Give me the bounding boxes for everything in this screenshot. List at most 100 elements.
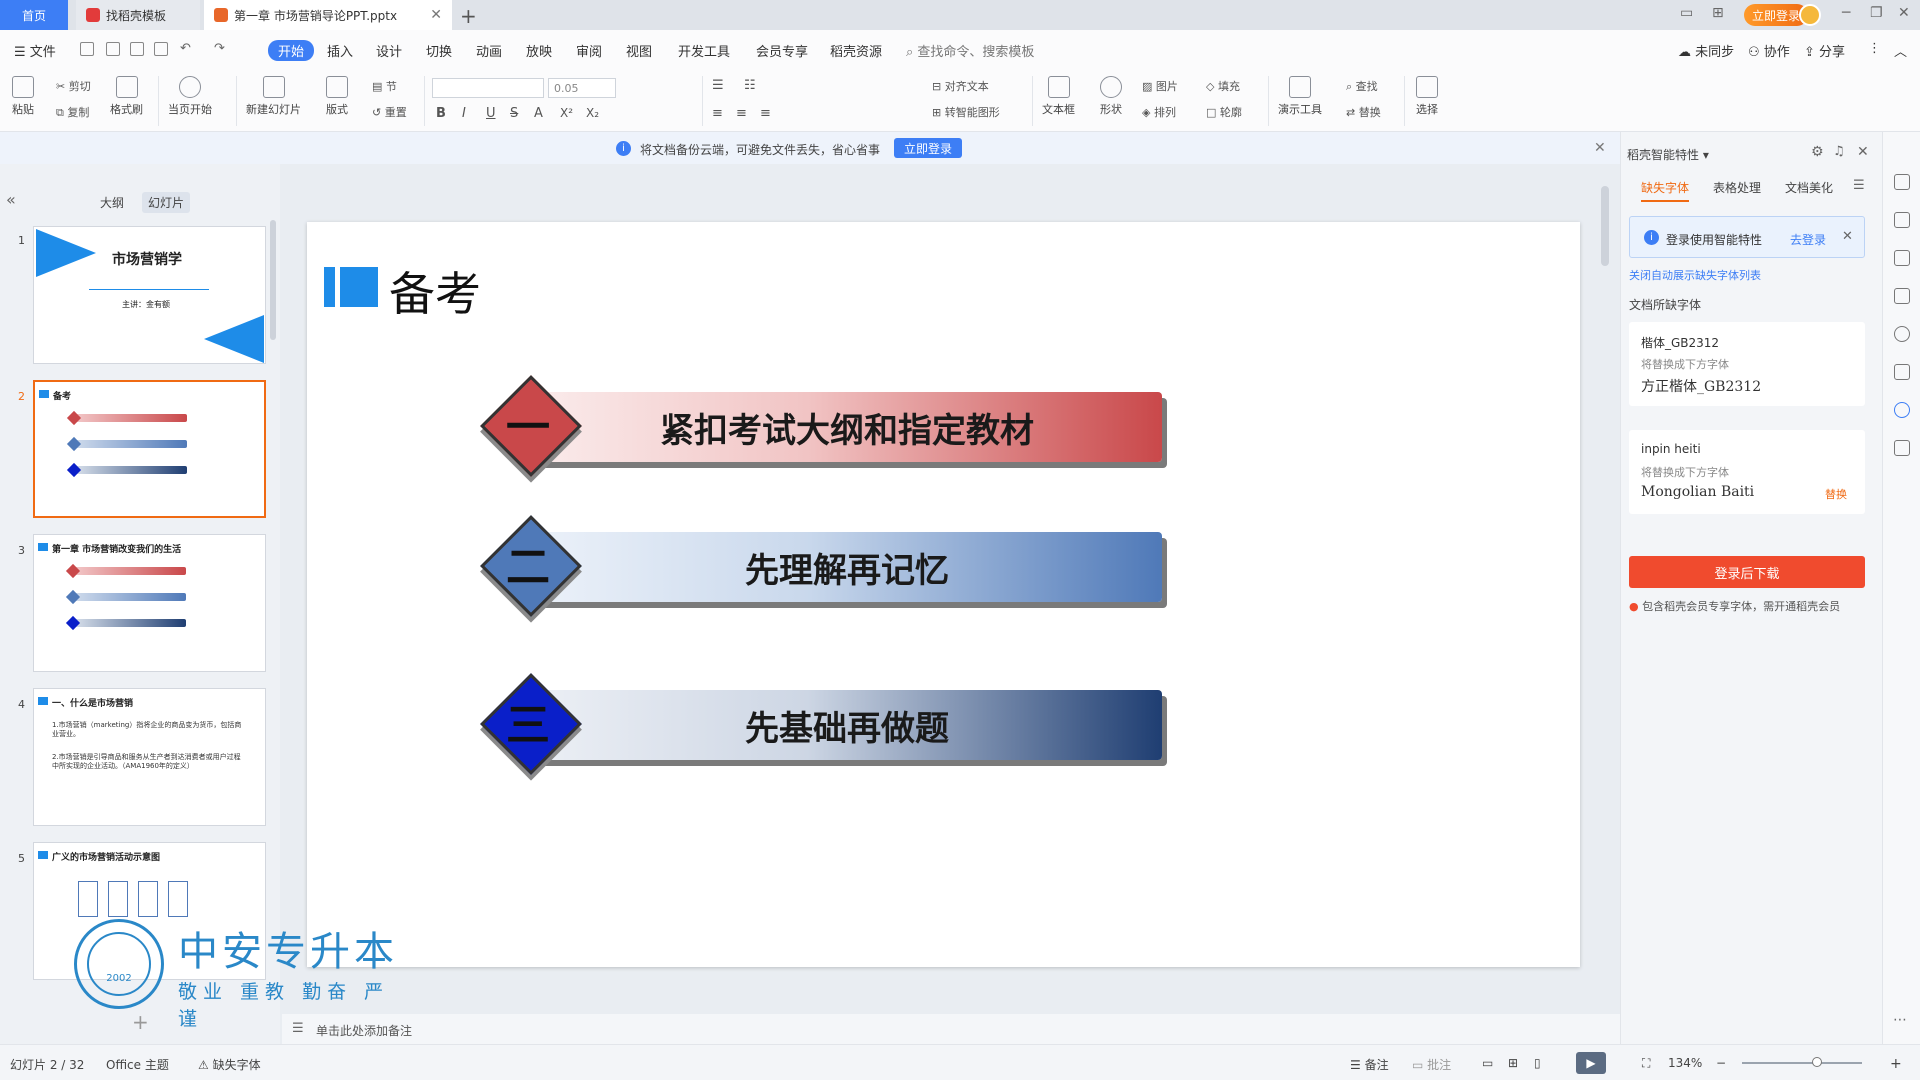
font-family-select[interactable] xyxy=(432,78,544,98)
font-card-2[interactable]: inpin heiti 将替换成下方字体 Mongolian Baiti 替换 xyxy=(1629,430,1865,514)
collaborate-button[interactable]: ⚇ 协作 xyxy=(1748,41,1790,60)
minimize-icon[interactable]: ─ xyxy=(1842,5,1850,21)
shape-button[interactable]: 形状 xyxy=(1100,76,1122,117)
go-login-link[interactable]: 去登录 xyxy=(1790,231,1826,248)
item-bar-1[interactable]: 紧扣考试大纲和指定教材 xyxy=(517,392,1162,462)
apps-grid-icon[interactable]: ⊞ xyxy=(1712,5,1724,21)
arrange-button[interactable]: ◈ 排列 xyxy=(1142,104,1176,120)
pin-icon[interactable] xyxy=(1894,250,1910,266)
slide-canvas[interactable]: 备考 紧扣考试大纲和指定教材 一 先理解再记忆 二 先基础再做题 三 xyxy=(307,222,1580,967)
subscript-icon[interactable]: X₂ xyxy=(586,106,599,120)
zoom-out-icon[interactable]: − xyxy=(1716,1056,1726,1070)
menu-review[interactable]: 审阅 xyxy=(576,41,602,60)
restore-icon[interactable]: ❐ xyxy=(1870,5,1883,21)
reset-button[interactable]: ↺ 重置 xyxy=(372,104,407,120)
zoom-slider-handle[interactable] xyxy=(1812,1057,1822,1067)
theme-name[interactable]: Office 主题 xyxy=(106,1056,169,1073)
tab-slides[interactable]: 幻灯片 xyxy=(142,192,191,213)
zoom-slider[interactable] xyxy=(1742,1062,1862,1064)
cut-button[interactable]: ✂ 剪切 xyxy=(56,78,91,94)
menu-docer[interactable]: 稻壳资源 xyxy=(830,41,882,60)
new-slide-button[interactable]: 新建幻灯片 xyxy=(246,76,301,117)
close-prompt-icon[interactable]: ✕ xyxy=(1842,229,1853,244)
tab-template[interactable]: 找稻壳模板 xyxy=(76,0,200,30)
preview-icon[interactable] xyxy=(154,42,168,56)
sorter-view-icon[interactable]: ⊞ xyxy=(1508,1056,1518,1070)
tab-document[interactable]: 第一章 市场营销导论PPT.pptx ✕ xyxy=(204,0,452,30)
menu-view[interactable]: 视图 xyxy=(626,41,652,60)
present-tools-button[interactable]: 演示工具 xyxy=(1278,76,1322,117)
login-download-button[interactable]: 登录后下载 xyxy=(1629,556,1865,588)
tab-doc-beautify[interactable]: 文档美化 xyxy=(1785,179,1833,196)
slide-title[interactable]: 备考 xyxy=(389,258,481,324)
menu-icon[interactable]: ☰ xyxy=(1853,178,1865,193)
zoom-in-icon[interactable]: + xyxy=(1890,1056,1902,1072)
close-window-icon[interactable]: ✕ xyxy=(1898,5,1910,21)
sync-status[interactable]: ☁ 未同步 xyxy=(1678,41,1734,60)
file-menu[interactable]: ☰ 文件 xyxy=(14,41,56,60)
paste-button[interactable]: 粘贴 xyxy=(12,76,34,117)
canvas-scrollbar[interactable] xyxy=(1601,186,1609,266)
image-icon[interactable] xyxy=(1894,364,1910,380)
bold-icon[interactable]: B xyxy=(436,106,446,121)
play-slideshow-button[interactable]: ▶ xyxy=(1576,1052,1606,1074)
outline-button[interactable]: □ 轮廓 xyxy=(1206,104,1242,120)
font-card-1[interactable]: 楷体_GB2312 将替换成下方字体 方正楷体_GB2312 xyxy=(1629,322,1865,406)
text-box-button[interactable]: 文本框 xyxy=(1042,76,1075,117)
menu-member[interactable]: 会员专享 xyxy=(756,41,808,60)
item-bar-3[interactable]: 先基础再做题 xyxy=(517,690,1162,760)
copy-icon[interactable] xyxy=(1894,288,1910,304)
reading-view-icon[interactable]: ▯ xyxy=(1534,1056,1541,1070)
tab-home[interactable]: 首页 xyxy=(0,0,68,30)
help-icon[interactable] xyxy=(1894,326,1910,342)
layout-button[interactable]: 版式 xyxy=(326,76,348,117)
notes-toggle[interactable]: ☰ 备注 xyxy=(1350,1056,1389,1073)
play-current-button[interactable]: 当页开始 xyxy=(168,76,212,117)
toggle-autoshow-link[interactable]: 关闭自动展示缺失字体列表 xyxy=(1629,267,1761,283)
menu-slideshow[interactable]: 放映 xyxy=(526,41,552,60)
more-icon[interactable]: ⋯ xyxy=(1893,1012,1907,1028)
close-tab-icon[interactable]: ✕ xyxy=(430,7,442,23)
replace-font-button[interactable]: 替换 xyxy=(1825,486,1847,502)
picture-button[interactable]: ▨ 图片 xyxy=(1142,78,1178,94)
panel-scrollbar[interactable] xyxy=(270,220,276,340)
align-right-icon[interactable]: ≡ xyxy=(760,106,771,121)
export-icon[interactable] xyxy=(106,42,120,56)
font-color-icon[interactable]: A xyxy=(534,106,543,121)
select-button[interactable]: 选择 xyxy=(1416,76,1438,117)
menu-devtools[interactable]: 开发工具 xyxy=(678,41,730,60)
underline-icon[interactable]: U xyxy=(486,106,496,121)
convert-smartart-button[interactable]: ⊞ 转智能图形 xyxy=(932,104,1000,120)
italic-icon[interactable]: I xyxy=(462,106,466,121)
numbering-icon[interactable]: ☷ xyxy=(744,78,756,93)
notes-bar[interactable]: ☰ 单击此处添加备注 xyxy=(282,1014,1620,1044)
slide-thumbnail-1[interactable]: 市场营销学 主讲：金有额 xyxy=(33,226,266,364)
tab-table-processing[interactable]: 表格处理 xyxy=(1713,179,1761,196)
replace-button[interactable]: ⇄ 替换 xyxy=(1346,104,1381,120)
tab-outline[interactable]: 大纲 xyxy=(94,192,130,213)
format-painter-button[interactable]: 格式刷 xyxy=(110,76,143,117)
menu-start[interactable]: 开始 xyxy=(268,40,315,61)
smart-icon[interactable] xyxy=(1894,402,1910,418)
close-panel-icon[interactable]: ✕ xyxy=(1857,144,1869,160)
missing-font-status[interactable]: ⚠ 缺失字体 xyxy=(198,1056,261,1073)
more-icon[interactable]: ⋮ xyxy=(1868,41,1881,56)
undo-icon[interactable]: ↶ xyxy=(180,41,191,56)
layout-icon[interactable]: ▭ xyxy=(1680,5,1693,21)
bullets-icon[interactable]: ☰ xyxy=(712,78,724,93)
zoom-level[interactable]: 134% xyxy=(1668,1056,1702,1070)
settings-icon[interactable]: ⚙ xyxy=(1811,144,1824,160)
align-text-button[interactable]: ⊟ 对齐文本 xyxy=(932,78,989,94)
command-search[interactable]: ⌕ 查找命令、搜索模板 xyxy=(906,41,1034,60)
strikethrough-icon[interactable]: S xyxy=(510,106,518,121)
menu-animation[interactable]: 动画 xyxy=(476,41,502,60)
item-bar-2[interactable]: 先理解再记忆 xyxy=(517,532,1162,602)
close-notice-icon[interactable]: ✕ xyxy=(1594,140,1606,156)
save-icon[interactable] xyxy=(80,42,94,56)
menu-insert[interactable]: 插入 xyxy=(327,41,353,60)
slide-thumbnail-4[interactable]: 一、什么是市场营销 1.市场营销（marketing）指将企业的商品变为货币，包… xyxy=(33,688,266,826)
superscript-icon[interactable]: X² xyxy=(560,106,573,120)
tab-missing-fonts[interactable]: 缺失字体 xyxy=(1641,179,1690,202)
share-button[interactable]: ⇪ 分享 xyxy=(1804,41,1845,60)
avatar[interactable] xyxy=(1799,4,1821,26)
